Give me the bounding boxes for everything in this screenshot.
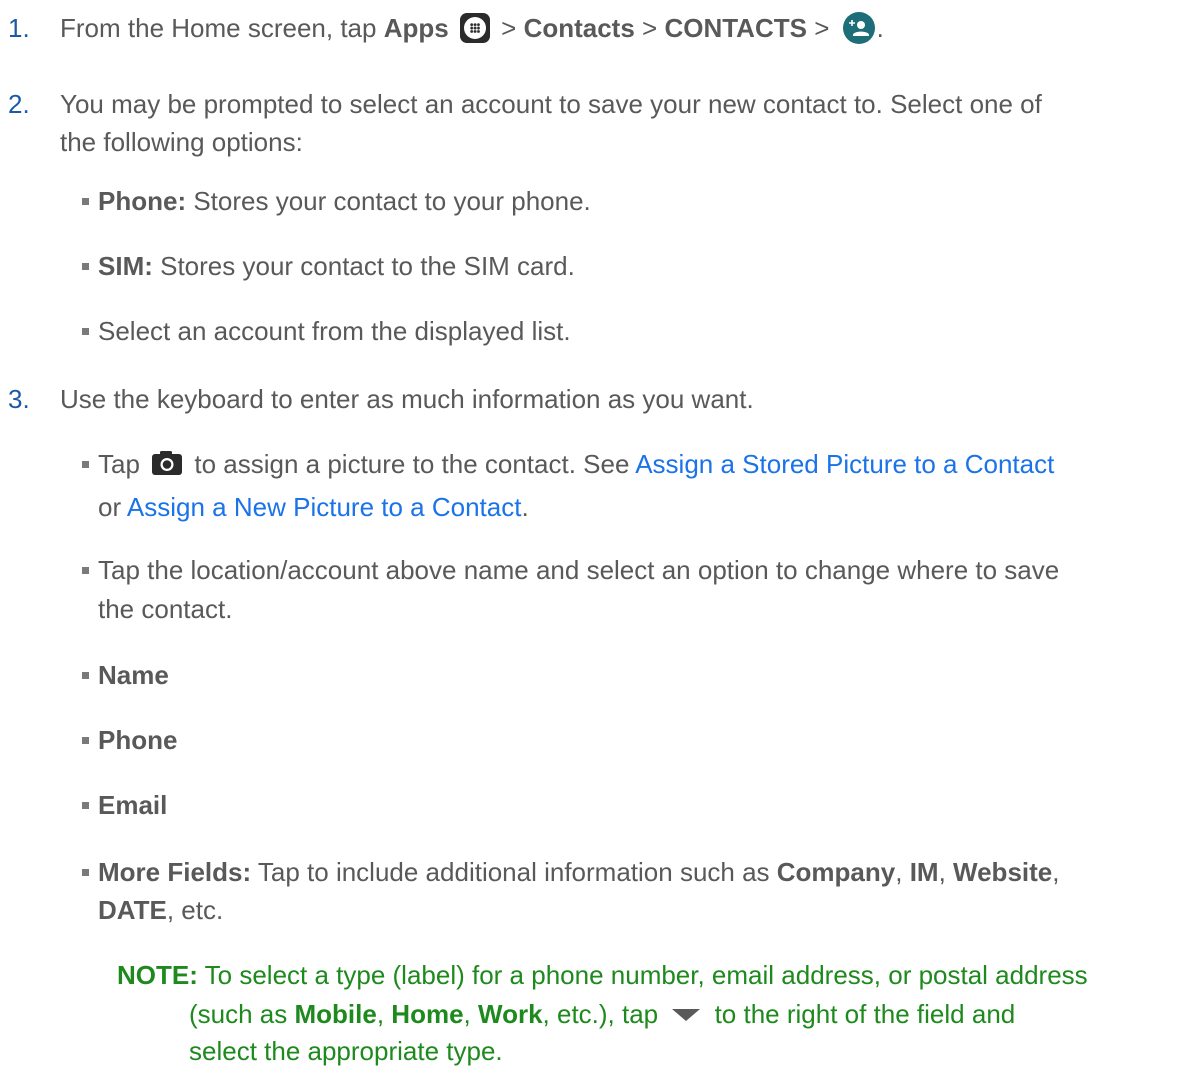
step-number: 1. bbox=[8, 13, 30, 43]
contacts-tab-label: CONTACTS bbox=[664, 13, 807, 43]
comma: , bbox=[1052, 857, 1060, 887]
step-2-line-2: the following options: bbox=[60, 125, 303, 159]
bullet bbox=[82, 672, 89, 679]
bullet-picture-line-2: or Assign a New Picture to a Contact. bbox=[98, 490, 529, 524]
field-label: Name bbox=[98, 660, 169, 690]
mobile-label: Mobile bbox=[294, 999, 377, 1029]
note-label: NOTE: bbox=[117, 960, 198, 990]
note-line-3: select the appropriate type. bbox=[189, 1034, 503, 1068]
bullet bbox=[82, 461, 89, 468]
add-contact-icon bbox=[842, 12, 875, 44]
separator: > bbox=[634, 13, 665, 43]
assign-stored-picture-link[interactable]: Assign a Stored Picture to a Contact bbox=[635, 449, 1054, 479]
step-text: the following options: bbox=[60, 127, 303, 157]
comma: , bbox=[938, 857, 954, 887]
bullet bbox=[82, 869, 89, 876]
more-fields-text: Tap to include additional information su… bbox=[251, 857, 777, 887]
step-text: From the Home screen, tap bbox=[60, 13, 384, 43]
etc-text: , etc. bbox=[166, 895, 224, 925]
bullet bbox=[82, 802, 89, 809]
work-label: Work bbox=[478, 999, 543, 1029]
separator: > bbox=[493, 13, 524, 43]
note-text: , etc.), tap bbox=[542, 999, 666, 1029]
field-label: Email bbox=[98, 790, 168, 820]
comma: , bbox=[376, 999, 392, 1029]
bullet bbox=[82, 198, 89, 205]
bullet bbox=[82, 263, 89, 270]
note-line-2: (such as Mobile, Home, Work, etc.), tap … bbox=[189, 996, 1015, 1031]
dropdown-arrow-icon bbox=[671, 996, 701, 1021]
home-label: Home bbox=[391, 999, 464, 1029]
period: . bbox=[521, 492, 529, 522]
picture-text: to assign a picture to the contact. See bbox=[187, 449, 636, 479]
tap-text: Tap bbox=[98, 449, 148, 479]
step-number: 2. bbox=[8, 89, 30, 119]
note-text: (such as bbox=[189, 999, 295, 1029]
date-label: DATE bbox=[98, 895, 167, 925]
apps-label: Apps bbox=[383, 13, 449, 43]
field-label: Phone bbox=[98, 725, 178, 755]
option-text: Select an account from the displayed lis… bbox=[98, 316, 571, 346]
option-label: SIM: bbox=[98, 251, 153, 281]
location-text: the contact. bbox=[98, 594, 233, 624]
bullet-more-fields-line-2: DATE, etc. bbox=[98, 893, 223, 927]
assign-new-picture-link[interactable]: Assign a New Picture to a Contact bbox=[127, 492, 522, 522]
separator: > bbox=[806, 13, 837, 43]
apps-grid-icon bbox=[459, 13, 490, 43]
bullet bbox=[82, 737, 89, 744]
option-text: Stores your contact to your phone. bbox=[186, 186, 591, 216]
step-text: Use the keyboard to enter as much inform… bbox=[60, 384, 754, 414]
note-text: select the appropriate type. bbox=[189, 1036, 503, 1066]
note: NOTE: To select a type (label) for a pho… bbox=[117, 958, 1088, 992]
bullet bbox=[82, 567, 89, 574]
step-number: 3. bbox=[8, 384, 30, 414]
im-label: IM bbox=[909, 857, 939, 887]
company-label: Company bbox=[776, 857, 896, 887]
camera-icon bbox=[151, 450, 183, 476]
bullet bbox=[82, 328, 89, 335]
bullet-location-line-2: the contact. bbox=[98, 592, 232, 626]
note-text: to the right of the field and bbox=[707, 999, 1016, 1029]
period: . bbox=[876, 13, 884, 43]
step-text: You may be prompted to select an account… bbox=[60, 89, 1042, 119]
or-text: or bbox=[98, 492, 127, 522]
comma: , bbox=[895, 857, 910, 887]
website-label: Website bbox=[953, 857, 1053, 887]
contacts-label: Contacts bbox=[523, 13, 635, 43]
note-text: To select a type (label) for a phone num… bbox=[197, 960, 1088, 990]
option-label: Phone: bbox=[98, 186, 187, 216]
option-text: Stores your contact to the SIM card. bbox=[152, 251, 575, 281]
location-text: Tap the location/account above name and … bbox=[98, 555, 1060, 585]
more-fields-label: More Fields: bbox=[98, 857, 252, 887]
comma: , bbox=[463, 999, 478, 1029]
